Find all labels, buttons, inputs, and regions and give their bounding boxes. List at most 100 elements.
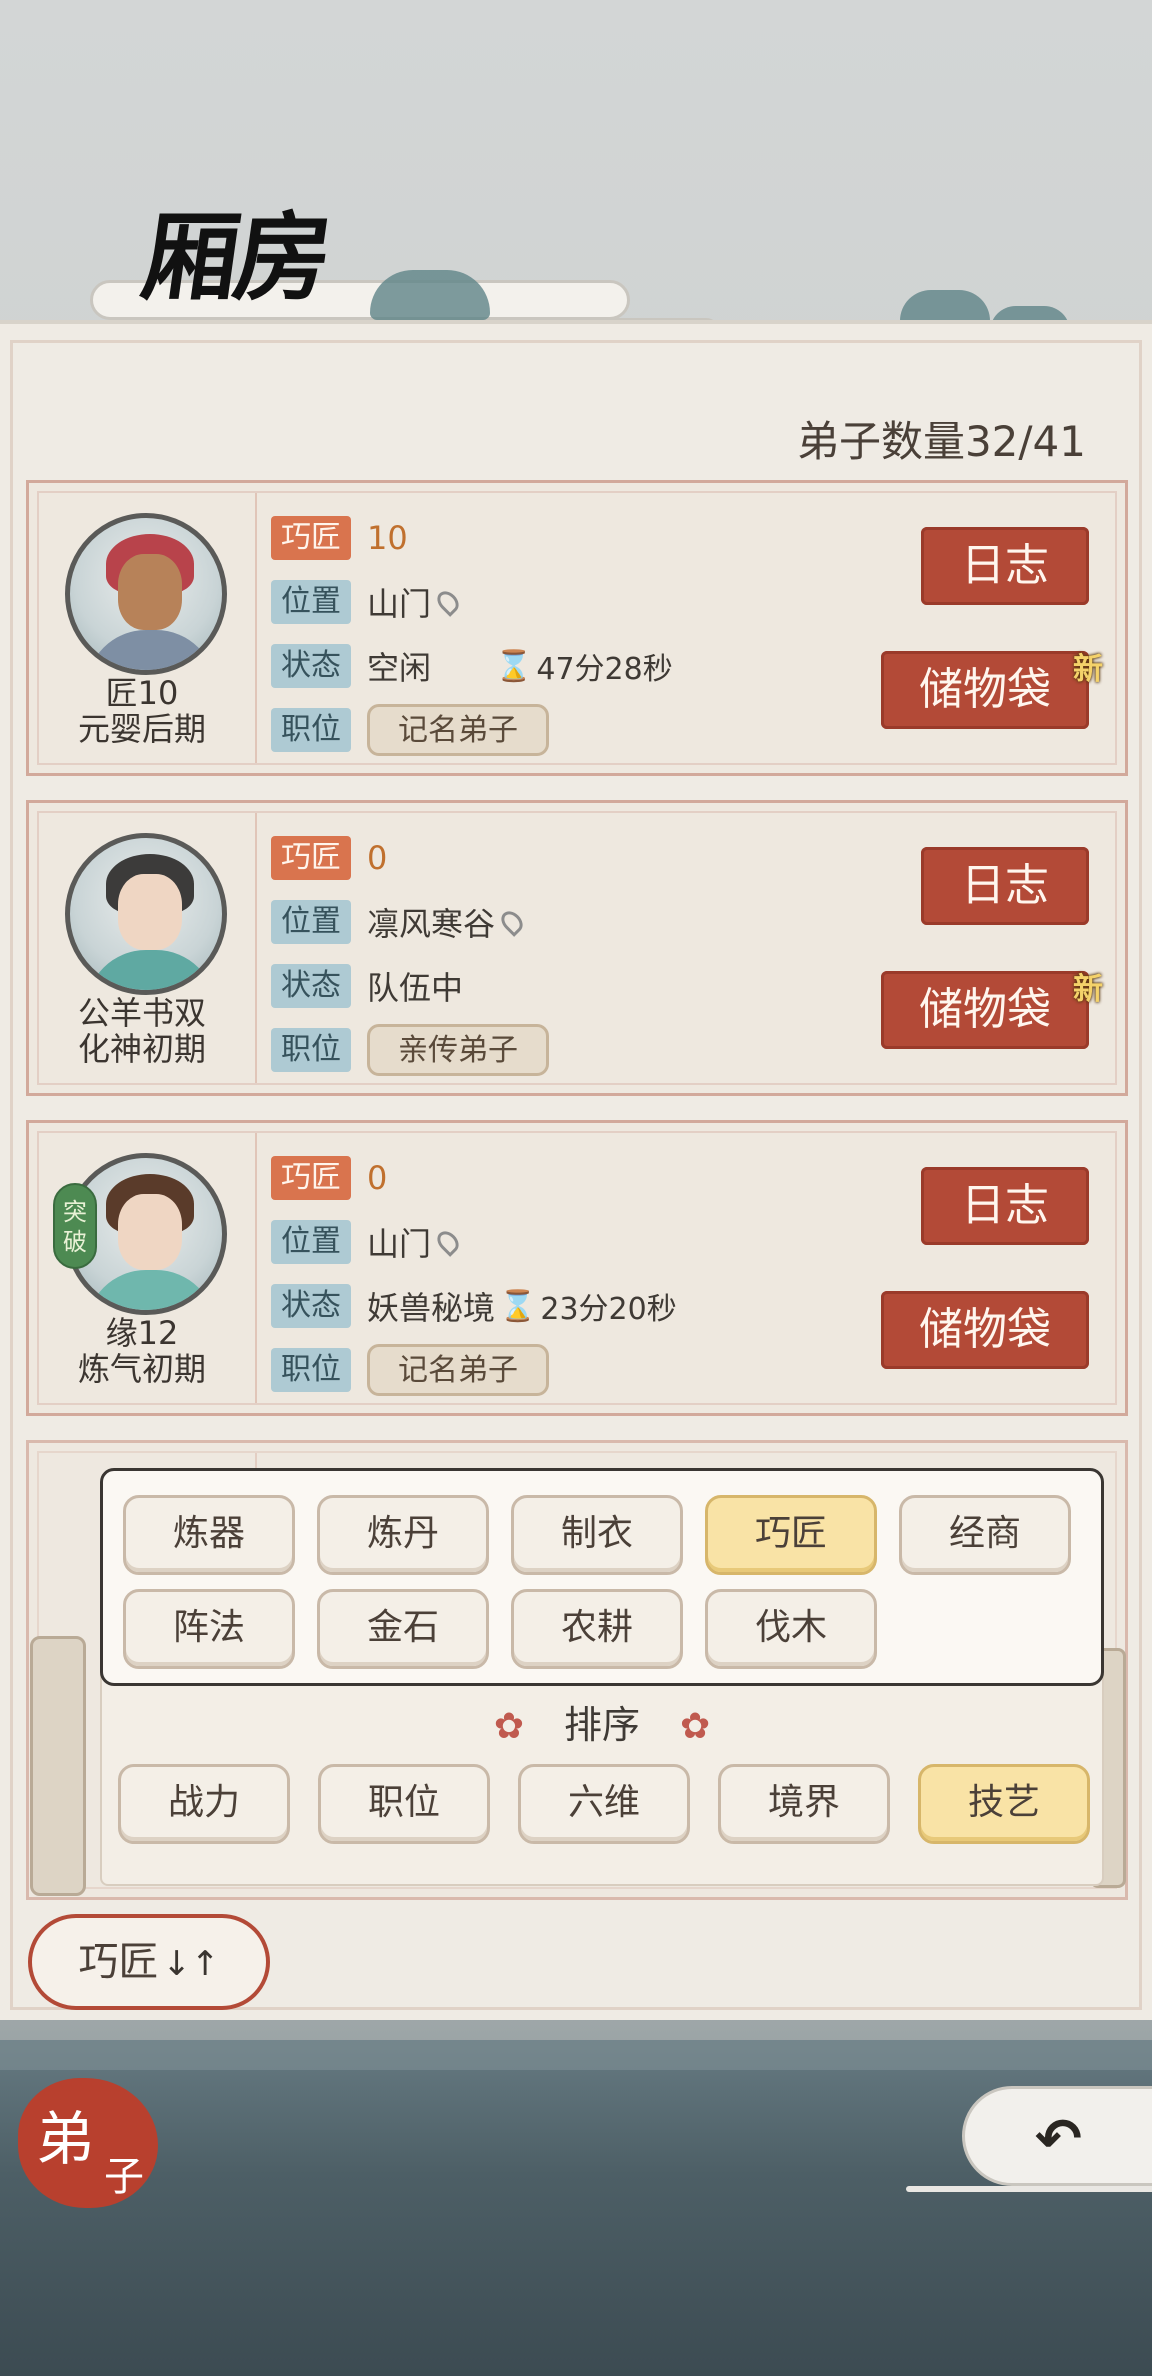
disciple-count: 弟子数量32/41 bbox=[796, 417, 1086, 466]
avatar-robe bbox=[86, 950, 216, 990]
position-row: 职位 记名弟子 bbox=[271, 1344, 549, 1396]
skill-value: 10 bbox=[367, 519, 408, 557]
status-tag: 状态 bbox=[271, 964, 351, 1008]
filter-option-lumbering[interactable]: 伐木 bbox=[705, 1589, 877, 1669]
sort-option-combat-power[interactable]: 战力 bbox=[118, 1764, 290, 1844]
avatar[interactable] bbox=[65, 833, 227, 995]
filter-option-artifact-refining[interactable]: 炼器 bbox=[123, 1495, 295, 1575]
filter-option-tailoring[interactable]: 制衣 bbox=[511, 1495, 683, 1575]
sort-panel: ✿ 排序 ✿ 战力 职位 六维 境界 技艺 bbox=[100, 1656, 1104, 1886]
position-row: 职位 记名弟子 bbox=[271, 704, 549, 756]
location-tag: 位置 bbox=[271, 580, 351, 624]
location-value: 凛风寒谷 bbox=[367, 905, 496, 943]
storage-bag-label: 储物袋 bbox=[919, 984, 1051, 1035]
hourglass-icon: ⌛ bbox=[499, 1288, 537, 1324]
disciple-card[interactable]: 公羊书双 化神初期 巧匠 0 位置 凛风寒谷 状态 队伍中 职位 亲传弟子 日志… bbox=[26, 800, 1128, 1096]
disciple-card[interactable]: 匠10 元婴后期 巧匠 10 位置 山门 状态 空闲 ⌛ 47分28秒 职位 记… bbox=[26, 480, 1128, 776]
sort-arrows-icon: ↓↑ bbox=[162, 1944, 220, 1984]
filter-option-metalstone[interactable]: 金石 bbox=[317, 1589, 489, 1669]
flower-icon: ✿ bbox=[493, 1706, 524, 1747]
position-tag: 职位 bbox=[271, 708, 351, 752]
skill-row: 巧匠 10 bbox=[271, 515, 408, 561]
filter-option-craftsman[interactable]: 巧匠 bbox=[705, 1495, 877, 1575]
disciple-realm: 元婴后期 bbox=[77, 710, 206, 748]
skill-value: 0 bbox=[367, 1159, 388, 1197]
filter-sort-label: 巧匠 bbox=[78, 1939, 159, 1985]
filter-option-farming[interactable]: 农耕 bbox=[511, 1589, 683, 1669]
location-value: 山门 bbox=[367, 1225, 432, 1263]
location-tag: 位置 bbox=[271, 1220, 351, 1264]
new-badge: 新 bbox=[1073, 652, 1103, 687]
disciple-name: 缘12 bbox=[105, 1314, 179, 1352]
avatar-face bbox=[118, 874, 182, 950]
position-tag: 职位 bbox=[271, 1028, 351, 1072]
status-row: 状态 空闲 ⌛ 47分28秒 bbox=[271, 643, 673, 689]
storage-bag-label: 储物袋 bbox=[919, 1304, 1051, 1355]
log-button[interactable]: 日志 bbox=[921, 847, 1089, 925]
card-divider bbox=[255, 813, 257, 1083]
status-tag: 状态 bbox=[271, 644, 351, 688]
location-pin-icon[interactable] bbox=[497, 907, 527, 937]
skill-tag: 巧匠 bbox=[271, 836, 351, 880]
sort-title-text: 排序 bbox=[563, 1703, 640, 1747]
location-pin-icon[interactable] bbox=[433, 1227, 463, 1257]
sort-option-six-stats[interactable]: 六维 bbox=[518, 1764, 690, 1844]
status-row: 状态 妖兽秘境 ⌛ 23分20秒 bbox=[271, 1283, 677, 1329]
disciple-name: 公羊书双 bbox=[77, 994, 206, 1032]
mountain-ridge bbox=[0, 2040, 1152, 2070]
location-row: 位置 凛风寒谷 bbox=[271, 899, 527, 945]
filter-option-alchemy[interactable]: 炼丹 bbox=[317, 1495, 489, 1575]
status-timer: 23分20秒 bbox=[540, 1292, 677, 1327]
sort-option-realm[interactable]: 境界 bbox=[718, 1764, 890, 1844]
cloud-line-decoration bbox=[906, 2186, 1152, 2192]
disciple-realm: 化神初期 bbox=[77, 1030, 206, 1068]
position-row: 职位 亲传弟子 bbox=[271, 1024, 549, 1076]
log-button[interactable]: 日志 bbox=[921, 1167, 1089, 1245]
avatar[interactable] bbox=[65, 513, 227, 675]
disciple-name: 匠10 bbox=[105, 674, 179, 712]
disciples-tab-char1: 弟 bbox=[36, 2105, 95, 2173]
rank-badge: 记名弟子 bbox=[367, 704, 549, 756]
skill-tag: 巧匠 bbox=[271, 516, 351, 560]
rank-badge: 记名弟子 bbox=[367, 1344, 549, 1396]
new-badge: 新 bbox=[1073, 972, 1103, 1007]
status-timer: 47分28秒 bbox=[536, 652, 673, 687]
storage-bag-button[interactable]: 储物袋 新 bbox=[881, 651, 1103, 729]
sort-option-skill[interactable]: 技艺 bbox=[918, 1764, 1090, 1844]
disciple-realm: 炼气初期 bbox=[77, 1350, 206, 1388]
location-value: 山门 bbox=[367, 585, 432, 623]
filter-option-formations[interactable]: 阵法 bbox=[123, 1589, 295, 1669]
hourglass-icon: ⌛ bbox=[495, 648, 533, 684]
location-tag: 位置 bbox=[271, 900, 351, 944]
filter-sort-button[interactable]: 巧匠 ↓↑ bbox=[28, 1914, 270, 2010]
avatar-face bbox=[118, 554, 182, 630]
skill-tag: 巧匠 bbox=[271, 1156, 351, 1200]
location-row: 位置 山门 bbox=[271, 1219, 463, 1265]
disciple-card[interactable]: 突破 缘12 炼气初期 巧匠 0 位置 山门 状态 妖兽秘境 ⌛ 23分20秒 … bbox=[26, 1120, 1128, 1416]
status-value: 妖兽秘境 bbox=[367, 1289, 496, 1327]
sort-title: ✿ 排序 ✿ bbox=[102, 1694, 1102, 1749]
location-pin-icon[interactable] bbox=[433, 587, 463, 617]
log-button[interactable]: 日志 bbox=[921, 527, 1089, 605]
disciples-tab-char2: 子 bbox=[104, 2154, 144, 2200]
disciples-tab[interactable]: 弟 子 bbox=[18, 2078, 158, 2208]
page-title: 厢房 bbox=[135, 201, 336, 314]
scroll-roll-left bbox=[30, 1636, 86, 1896]
status-row: 状态 队伍中 bbox=[271, 963, 463, 1009]
skill-value: 0 bbox=[367, 839, 388, 877]
breakthrough-badge[interactable]: 突破 bbox=[53, 1183, 97, 1269]
location-row: 位置 山门 bbox=[271, 579, 463, 625]
avatar-face bbox=[118, 1194, 182, 1270]
background-bottom bbox=[0, 2040, 1152, 2376]
back-button[interactable]: ↶ bbox=[962, 2086, 1152, 2186]
skill-filter-popup: 炼器 炼丹 制衣 巧匠 经商 阵法 金石 农耕 伐木 bbox=[100, 1468, 1104, 1686]
status-value: 空闲 bbox=[367, 649, 432, 687]
storage-bag-button[interactable]: 储物袋 新 bbox=[881, 971, 1103, 1049]
filter-option-trading[interactable]: 经商 bbox=[899, 1495, 1071, 1575]
rank-badge: 亲传弟子 bbox=[367, 1024, 549, 1076]
storage-bag-label: 储物袋 bbox=[919, 664, 1051, 715]
status-value: 队伍中 bbox=[367, 969, 464, 1007]
storage-bag-button[interactable]: 储物袋 bbox=[881, 1291, 1089, 1369]
avatar-robe bbox=[86, 1270, 216, 1310]
sort-option-position[interactable]: 职位 bbox=[318, 1764, 490, 1844]
